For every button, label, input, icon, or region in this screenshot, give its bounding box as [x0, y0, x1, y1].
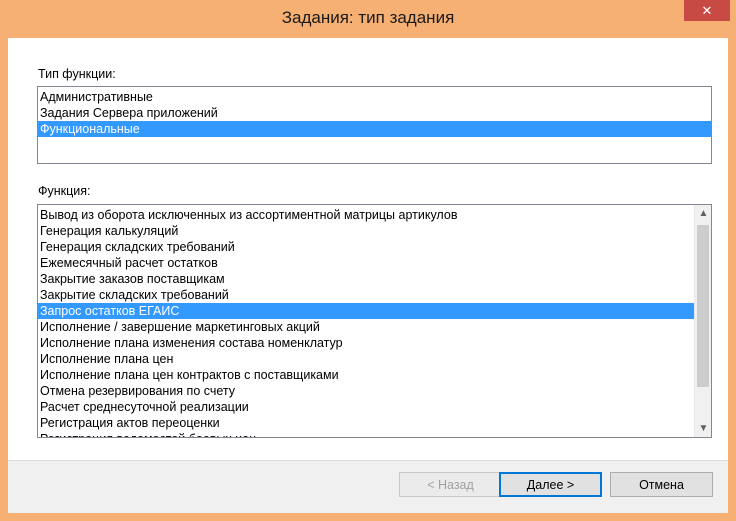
list-item[interactable]: Вывод из оборота исключенных из ассортим…: [38, 207, 694, 223]
list-item[interactable]: Регистрация ведомостей боевых цен: [38, 431, 694, 437]
list-item[interactable]: Отмена резервирования по счету: [38, 383, 694, 399]
func-list-items: Вывод из оборота исключенных из ассортим…: [38, 205, 711, 437]
scroll-down-arrow-icon[interactable]: ▼: [695, 420, 711, 437]
scroll-up-arrow-icon[interactable]: ▲: [695, 205, 711, 222]
cancel-button[interactable]: Отмена: [610, 472, 713, 497]
list-item[interactable]: Исполнение плана цен контрактов с постав…: [38, 367, 694, 383]
button-bar: < Назад Далее > Отмена: [8, 461, 728, 513]
dialog-window: Задания: тип задания ✕ Тип функции: Адми…: [0, 0, 736, 521]
function-type-label: Тип функции:: [38, 67, 116, 81]
list-item[interactable]: Административные: [38, 89, 711, 105]
list-item[interactable]: Исполнение плана изменения состава номен…: [38, 335, 694, 351]
function-label: Функция:: [38, 184, 91, 198]
dialog-client-area: Тип функции: Административные Задания Сер…: [8, 38, 728, 513]
function-list-scrollbar[interactable]: ▲ ▼: [694, 205, 711, 437]
title-bar[interactable]: Задания: тип задания ✕: [0, 0, 736, 38]
list-item[interactable]: Задания Сервера приложений: [38, 105, 711, 121]
next-button[interactable]: Далее >: [499, 472, 602, 497]
list-item[interactable]: Генерация складских требований: [38, 239, 694, 255]
function-type-listbox[interactable]: Административные Задания Сервера приложен…: [37, 86, 712, 164]
list-item[interactable]: Генерация калькуляций: [38, 223, 694, 239]
scroll-thumb[interactable]: [697, 225, 709, 387]
function-listbox[interactable]: Вывод из оборота исключенных из ассортим…: [37, 204, 712, 438]
list-item[interactable]: Закрытие заказов поставщикам: [38, 271, 694, 287]
list-item[interactable]: Регистрация актов переоценки: [38, 415, 694, 431]
list-item[interactable]: Исполнение плана цен: [38, 351, 694, 367]
list-item[interactable]: Закрытие складских требований: [38, 287, 694, 303]
type-list-items: Административные Задания Сервера приложен…: [38, 87, 711, 137]
list-item[interactable]: Ежемесячный расчет остатков: [38, 255, 694, 271]
window-title: Задания: тип задания: [281, 8, 455, 27]
list-item[interactable]: Функциональные: [38, 121, 711, 137]
list-item[interactable]: Запрос остатков ЕГАИС: [38, 303, 694, 319]
list-item[interactable]: Исполнение / завершение маркетинговых ак…: [38, 319, 694, 335]
close-icon: ✕: [701, 2, 713, 18]
list-item[interactable]: Расчет среднесуточной реализации: [38, 399, 694, 415]
back-button[interactable]: < Назад: [399, 472, 502, 497]
close-button[interactable]: ✕: [684, 0, 730, 21]
